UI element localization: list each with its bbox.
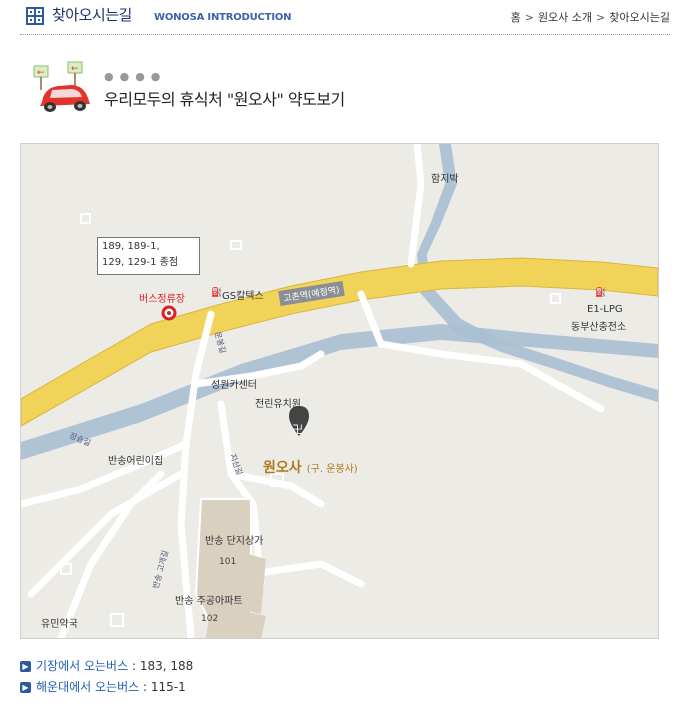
header-icon [26,7,44,25]
arrow-icon: ▶ [20,682,31,693]
breadcrumb-separator-icon: > [596,11,606,24]
location-map[interactable]: 189, 189-1, 129, 129-1 종점 버스정류장 ⛽ GS칼텍스 … [20,143,659,639]
daycare-label: 반송어린이집 [108,456,164,467]
e1-station-icon: ⛽ [595,288,607,298]
page-subtitle: WONOSA INTRODUCTION [154,12,292,23]
wonosa-name: 원오사 [263,460,302,476]
e1-station-label-1: E1-LPG [587,304,623,315]
bus-info-row: ▶ 기장에서 오는버스 : 183, 188 [20,657,193,674]
bldg-102-label: 102 [201,614,219,624]
svg-text:←: ← [37,68,45,78]
bus-info-label: 해운대에서 오는버스 [36,680,140,694]
breadcrumb: 홈 > 원오사 소개 > 찾아오시는길 [511,9,670,25]
svg-text:←: ← [71,64,79,74]
page-title: 찾아오시는길 [52,6,132,24]
decorative-dots-icon: ●●●● [104,70,167,83]
jeonrin-label: 전린유치원 [255,399,301,410]
seongwon-label: 성원카센터 [211,380,257,391]
bus-info-value: : 183, 188 [128,659,194,673]
car-icon: ← ← [28,60,98,118]
bldg-101-label: 101 [219,557,237,567]
section-title: 우리모두의 휴식처 "원오사" 약도보기 [104,90,345,109]
wonosa-old-name: (구. 운봉사) [306,464,358,475]
callout-line-1: 189, 189-1, [102,241,160,252]
temple-marker-icon: 卍 [292,423,303,436]
market-label: 반송 단지상가 [205,536,264,547]
bus-stop-label: 버스정류장 [139,294,185,305]
breadcrumb-about[interactable]: 원오사 소개 [538,11,592,24]
apartment-label: 반송 주공아파트 [175,596,243,607]
bus-info-row: ▶ 해운대에서 오는버스 : 115-1 [20,678,186,695]
bus-info-value: : 115-1 [139,680,186,694]
breadcrumb-current[interactable]: 찾아오시는길 [609,11,670,24]
wonosa-label: 원오사 (구. 운봉사) [263,457,358,477]
arrow-icon: ▶ [20,661,31,672]
bus-callout: 189, 189-1, 129, 129-1 종점 [97,237,200,275]
pharmacy-label: 유민약국 [41,619,78,630]
header-divider [20,34,670,35]
gs-station-icon: ⛽ [211,288,223,298]
breadcrumb-home[interactable]: 홈 [511,11,521,24]
e1-station-label-2: 동부산충전소 [571,322,627,333]
bus-info-label: 기장에서 오는버스 [36,659,129,673]
breadcrumb-separator-icon: > [524,11,534,24]
callout-line-2: 129, 129-1 종점 [102,257,179,268]
hamjibak-label: 함지박 [431,174,459,185]
gs-station-label: GS칼텍스 [222,291,264,302]
